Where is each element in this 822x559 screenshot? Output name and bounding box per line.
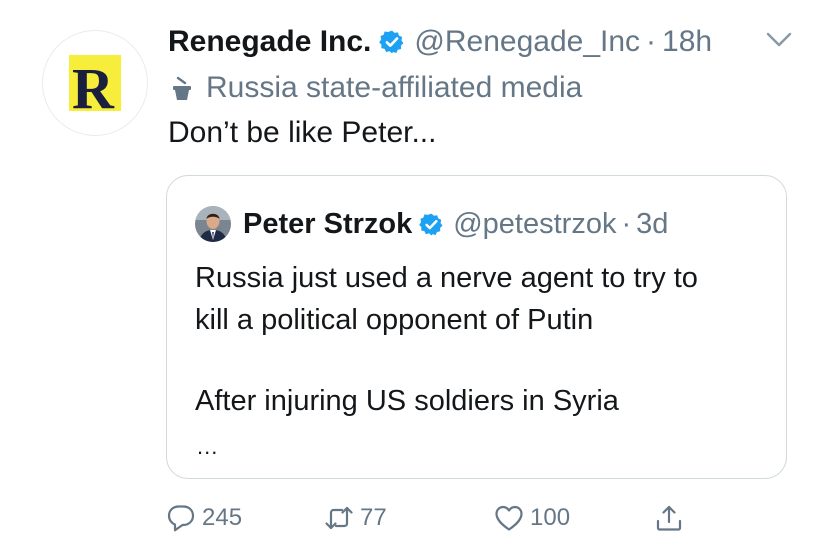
author-display-name[interactable]: Renegade Inc. xyxy=(168,25,371,59)
quoted-tweet-ellipsis: ... xyxy=(197,434,219,459)
tweet-header: Renegade Inc. @Renegade_Inc · 18h xyxy=(168,22,712,62)
speech-bubble-icon xyxy=(167,505,195,532)
quoted-tweet-header: Peter Strzok @petestrzok · 3d xyxy=(195,206,668,242)
reply-button[interactable]: 245 xyxy=(166,500,242,536)
podium-icon xyxy=(173,76,191,100)
meta-separator: · xyxy=(646,25,657,58)
avatar-letter: R xyxy=(72,56,115,121)
person-photo-icon xyxy=(195,206,231,242)
label-text: Russia state-affiliated media xyxy=(206,71,583,104)
share-button[interactable] xyxy=(654,500,684,536)
quoted-tweet-line: kill a political opponent of Putin xyxy=(195,304,594,336)
retweet-arrows-icon xyxy=(325,506,353,530)
share-upload-icon xyxy=(656,505,682,531)
renegade-logo-icon: R xyxy=(69,55,121,121)
tweet-action-bar: 245 77 100 xyxy=(166,500,706,536)
quoted-tweet-card[interactable]: Peter Strzok @petestrzok · 3d Russia jus… xyxy=(166,175,787,479)
state-media-label[interactable]: Russia state-affiliated media xyxy=(168,68,582,108)
tweet-body: Don’t be like Peter... xyxy=(168,116,437,149)
author-avatar[interactable]: R xyxy=(42,30,148,136)
like-button[interactable]: 100 xyxy=(494,500,570,536)
tweet-timestamp[interactable]: 18h xyxy=(662,25,712,59)
quoted-tweet-line: After injuring US soldiers in Syria xyxy=(195,385,619,417)
reply-count: 245 xyxy=(202,504,243,531)
like-count: 100 xyxy=(530,504,571,531)
quoted-author-name: Peter Strzok xyxy=(243,207,413,240)
retweet-count: 77 xyxy=(360,504,387,531)
quoted-author-avatar xyxy=(195,206,231,242)
verified-badge-icon xyxy=(379,30,404,54)
author-handle[interactable]: @Renegade_Inc xyxy=(414,25,640,59)
quoted-tweet-line: Russia just used a nerve agent to try to xyxy=(195,262,698,294)
quoted-tweet-timestamp: 3d xyxy=(636,207,669,240)
quoted-meta-separator: · xyxy=(621,207,632,240)
verified-badge-icon xyxy=(419,213,443,235)
quoted-author-handle: @petestrzok xyxy=(453,207,617,240)
retweet-button[interactable]: 77 xyxy=(324,500,387,536)
chevron-down-icon[interactable] xyxy=(765,30,793,50)
heart-icon xyxy=(495,505,523,531)
